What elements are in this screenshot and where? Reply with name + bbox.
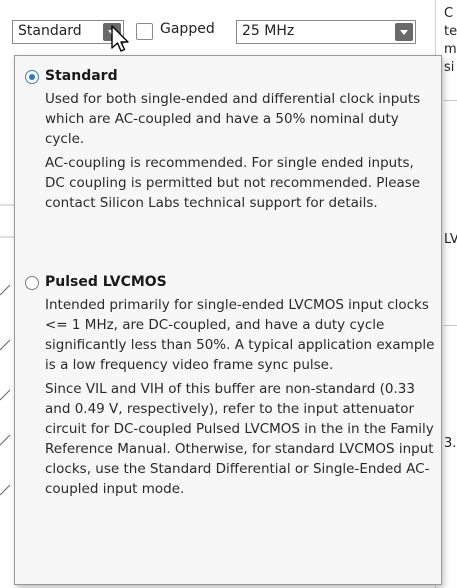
- option-paragraph: Intended primarily for single-ended LVCM…: [45, 297, 435, 373]
- side-text-fragment: te: [444, 24, 457, 39]
- option-paragraph: Since VIL and VIH of this buffer are non…: [45, 381, 434, 497]
- input-mode-dropdown[interactable]: Standard: [12, 20, 124, 44]
- side-text-fragment: C: [444, 6, 454, 21]
- side-text-fragment: si: [444, 60, 455, 75]
- frequency-dropdown[interactable]: 25 MHz: [236, 20, 416, 44]
- option-description: Intended primarily for single-ended LVCM…: [45, 295, 435, 503]
- gapped-checkbox[interactable]: [136, 23, 153, 40]
- side-text-fragment: LV: [444, 232, 457, 247]
- input-mode-popup: Standard Used for both single-ended and …: [14, 55, 442, 585]
- option-pulsed-lvcmos[interactable]: Pulsed LVCMOS Intended primarily for sin…: [25, 274, 435, 584]
- option-paragraph: Used for both single-ended and different…: [45, 91, 421, 147]
- radio-selected-icon[interactable]: [25, 70, 39, 84]
- input-config-toolbar: Standard Gapped 25 MHz: [0, 0, 435, 52]
- option-standard[interactable]: Standard Used for both single-ended and …: [25, 68, 433, 268]
- input-mode-value: Standard: [18, 23, 82, 39]
- side-divider: [444, 325, 457, 326]
- option-title: Pulsed LVCMOS: [45, 274, 167, 290]
- mouse-pointer-icon: [111, 25, 129, 52]
- option-paragraph: AC-coupling is recommended. For single e…: [45, 155, 421, 211]
- gapped-label: Gapped: [160, 21, 215, 37]
- background-connector-lines: [0, 204, 14, 496]
- side-text-fragment: 3.: [444, 436, 457, 451]
- option-title: Standard: [45, 68, 118, 84]
- frequency-value: 25 MHz: [242, 23, 295, 39]
- side-divider: [444, 100, 457, 101]
- radio-unselected-icon[interactable]: [25, 276, 39, 290]
- side-text-fragment: m: [444, 42, 457, 57]
- option-description: Used for both single-ended and different…: [45, 89, 435, 217]
- dropdown-arrow-icon[interactable]: [395, 23, 413, 41]
